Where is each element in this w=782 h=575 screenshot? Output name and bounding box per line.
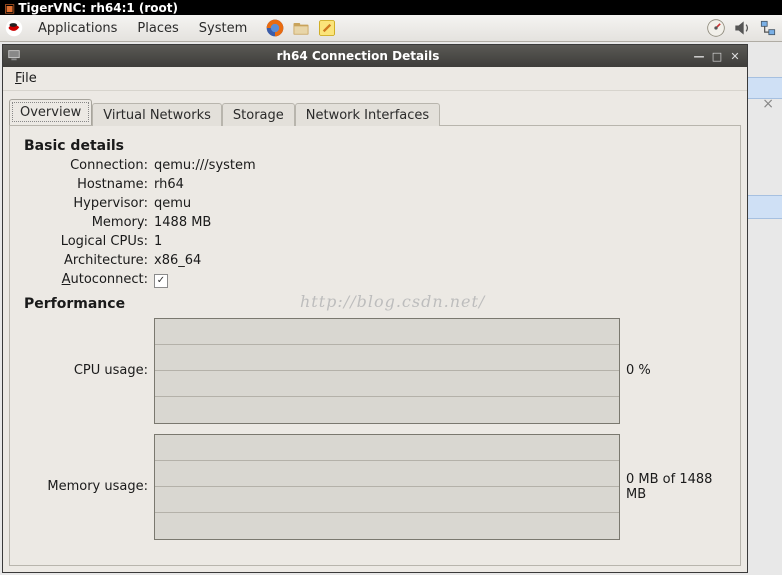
hypervisor-label: Hypervisor:	[28, 196, 148, 211]
memory-usage-chart	[154, 434, 620, 540]
window-minimize-button[interactable]: —	[691, 49, 707, 63]
window-titlebar[interactable]: rh64 Connection Details — □ ✕	[3, 45, 747, 67]
vnc-title: TigerVNC: rh64:1 (root)	[18, 1, 178, 15]
menubar: File	[3, 67, 747, 91]
redhat-logo-icon[interactable]	[4, 18, 24, 38]
autoconnect-checkbox[interactable]: ✓	[154, 274, 168, 288]
architecture-label: Architecture:	[28, 253, 148, 268]
background-close-icon[interactable]: ×	[762, 96, 774, 112]
hostname-value: rh64	[154, 177, 726, 192]
tab-virtual-networks[interactable]: Virtual Networks	[92, 103, 222, 126]
vnc-titlebar: ▣ TigerVNC: rh64:1 (root)	[0, 0, 782, 15]
memory-value: 1488 MB	[154, 215, 726, 230]
memory-label: Memory:	[28, 215, 148, 230]
logical-cpus-value: 1	[154, 234, 726, 249]
tab-panel-overview: Basic details Connection: qemu:///system…	[9, 125, 741, 566]
app-icon	[7, 48, 21, 65]
performance-heading: Performance	[24, 296, 726, 312]
cpu-usage-label: CPU usage:	[24, 363, 148, 378]
basic-details-heading: Basic details	[24, 138, 726, 154]
hypervisor-value: qemu	[154, 196, 726, 211]
hostname-label: Hostname:	[28, 177, 148, 192]
background-toolbar-2	[748, 195, 782, 219]
window-maximize-button[interactable]: □	[709, 49, 725, 63]
tab-overview[interactable]: Overview	[9, 99, 92, 125]
gnome-panel: Applications Places System	[0, 15, 782, 42]
architecture-value: x86_64	[154, 253, 726, 268]
connection-value: qemu:///system	[154, 158, 726, 173]
volume-icon[interactable]	[732, 18, 752, 38]
cpu-usage-chart	[154, 318, 620, 424]
cpu-meter-icon[interactable]	[706, 18, 726, 38]
logical-cpus-label: Logical CPUs:	[28, 234, 148, 249]
tab-network-interfaces[interactable]: Network Interfaces	[295, 103, 440, 126]
autoconnect-label: Autoconnect:	[28, 272, 148, 288]
network-icon[interactable]	[758, 18, 778, 38]
connection-details-window: rh64 Connection Details — □ ✕ File Overv…	[2, 44, 748, 573]
menu-file[interactable]: File	[9, 69, 43, 88]
memory-usage-value: 0 MB of 1488 MB	[626, 472, 726, 502]
tab-storage[interactable]: Storage	[222, 103, 295, 126]
file-manager-icon[interactable]	[291, 18, 311, 38]
tabstrip: Overview Virtual Networks Storage Networ…	[9, 99, 741, 125]
window-title: rh64 Connection Details	[25, 49, 691, 63]
cpu-usage-value: 0 %	[626, 363, 726, 378]
menu-places[interactable]: Places	[129, 18, 186, 39]
memory-usage-label: Memory usage:	[24, 479, 148, 494]
text-editor-icon[interactable]	[317, 18, 337, 38]
menu-system[interactable]: System	[191, 18, 255, 39]
window-close-button[interactable]: ✕	[727, 49, 743, 63]
menu-applications[interactable]: Applications	[30, 18, 125, 39]
firefox-icon[interactable]	[265, 18, 285, 38]
connection-label: Connection:	[28, 158, 148, 173]
vnc-icon: ▣	[4, 1, 15, 15]
